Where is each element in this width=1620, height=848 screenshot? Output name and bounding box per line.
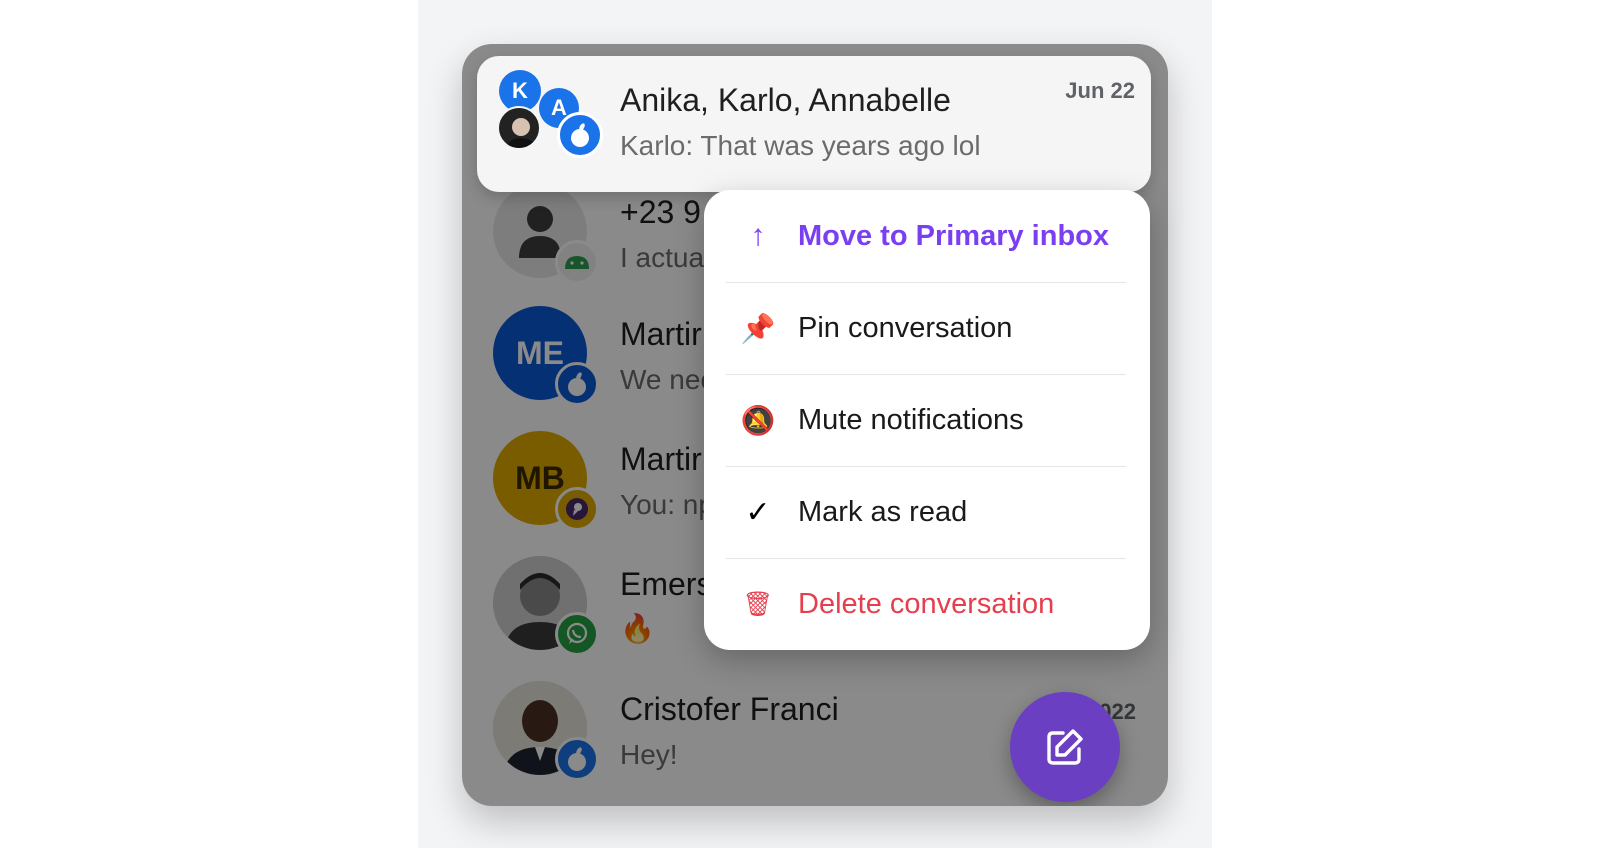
menu-item-mark-as-read[interactable]: ✓ Mark as read (704, 466, 1150, 558)
menu-item-mute-notifications[interactable]: 🔕 Mute notifications (704, 374, 1150, 466)
checkmark-icon: ✓ (745, 495, 771, 529)
menu-item-pin-conversation[interactable]: 📌 Pin conversation (704, 282, 1150, 374)
conversation-name: Anika, Karlo, Annabelle (620, 82, 951, 118)
bell-off-icon: 🔕 (740, 404, 776, 436)
menu-item-label: Move to Primary inbox (798, 219, 1110, 252)
menu-item-label: Mark as read (798, 495, 968, 528)
menu-item-label: Pin conversation (798, 311, 1013, 344)
menu-item-move-to-primary[interactable]: ↑ Move to Primary inbox (704, 190, 1150, 282)
compose-button[interactable] (1010, 692, 1120, 802)
person-photo-icon (505, 118, 537, 148)
conversation-date: Jun 22 (1065, 78, 1135, 103)
compose-icon (1047, 729, 1083, 765)
avatar (497, 106, 541, 150)
pin-icon: 📌 (740, 312, 776, 344)
apple-icon (557, 112, 603, 158)
trash-icon: 🗑 (742, 590, 774, 618)
selected-conversation-card[interactable]: K A Anika, Karlo, Annabelle Karlo: That … (477, 56, 1151, 192)
conversation-preview: Karlo: That was years ago lol (620, 130, 981, 161)
menu-item-label: Mute notifications (798, 403, 1024, 436)
menu-item-label: Delete conversation (798, 587, 1055, 620)
conversation-context-menu: ↑ Move to Primary inbox 📌 Pin conversati… (704, 190, 1150, 650)
menu-item-delete-conversation[interactable]: 🗑 Delete conversation (704, 558, 1150, 650)
arrow-up-icon: ↑ (750, 219, 766, 252)
